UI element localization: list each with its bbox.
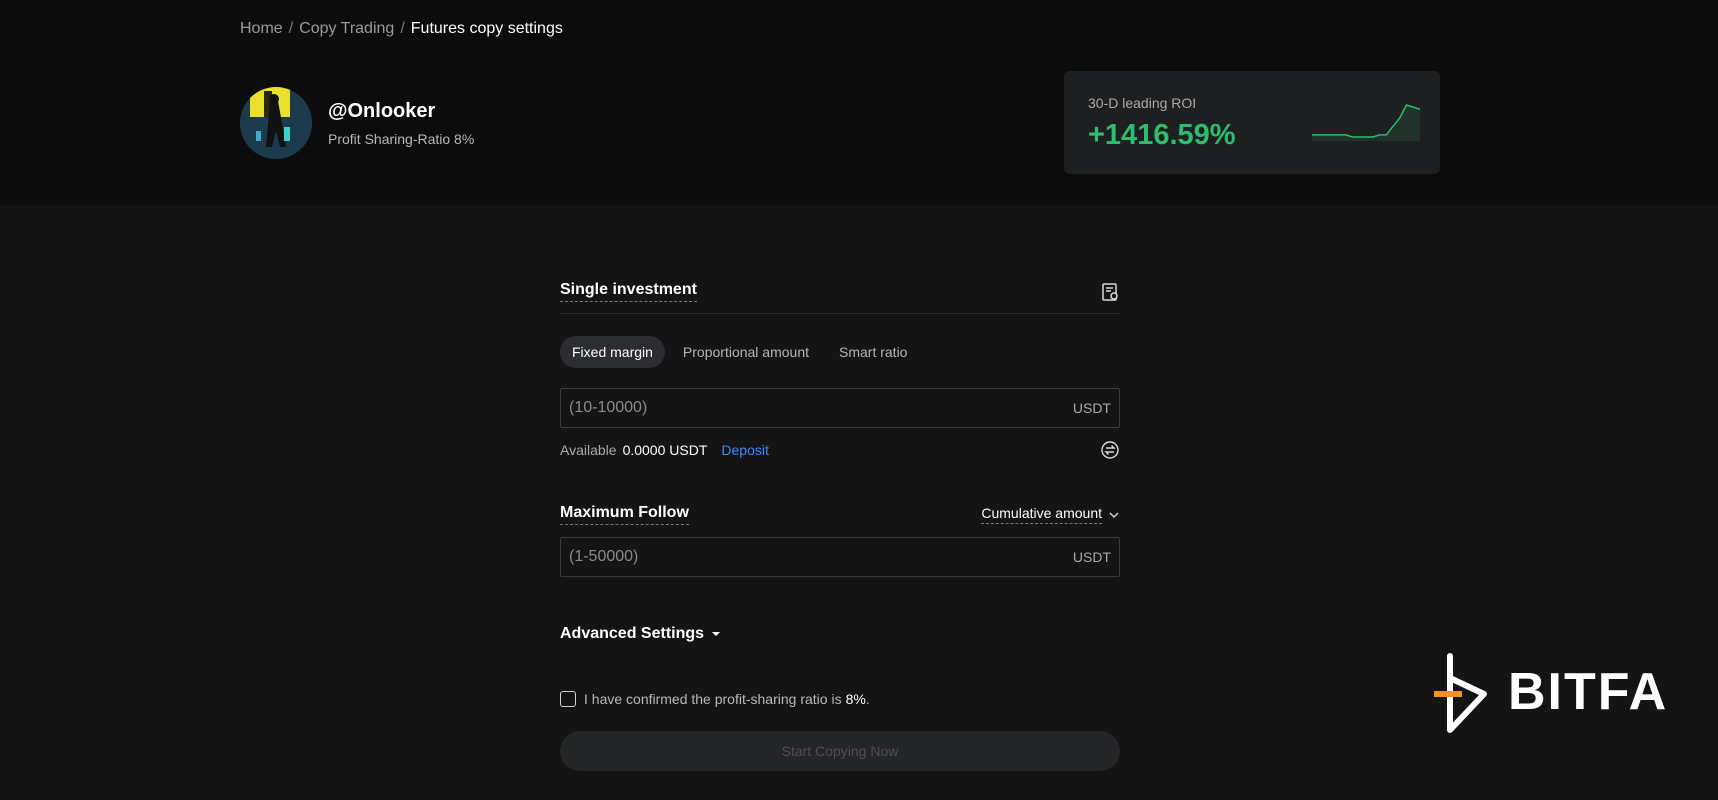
breadcrumb: Home / Copy Trading / Futures copy setti… bbox=[240, 20, 563, 38]
advanced-settings-label: Advanced Settings bbox=[560, 625, 705, 642]
confirm-suffix: . bbox=[865, 691, 870, 707]
roi-label: 30-D leading ROI bbox=[1088, 95, 1197, 111]
copy-settings-form: Single investment Fixed margin Proportio… bbox=[560, 270, 1120, 771]
maximum-follow-unit: USDT bbox=[1072, 549, 1111, 565]
maximum-follow-input[interactable] bbox=[569, 548, 1009, 566]
start-copying-button[interactable]: Start Copying Now bbox=[560, 731, 1120, 771]
single-investment-title[interactable]: Single investment bbox=[560, 281, 697, 302]
caret-down-icon bbox=[712, 632, 721, 636]
trader-profile: @Onlooker Profit Sharing-Ratio 8% bbox=[240, 87, 474, 159]
single-investment-unit: USDT bbox=[1072, 400, 1111, 416]
breadcrumb-copy-trading[interactable]: Copy Trading bbox=[299, 20, 394, 38]
available-balance-row: Available 0.0000 USDT Deposit bbox=[560, 440, 1120, 460]
tab-proportional-amount[interactable]: Proportional amount bbox=[671, 336, 821, 368]
advanced-settings-toggle[interactable]: Advanced Settings bbox=[560, 625, 1120, 643]
investment-mode-tabs: Fixed margin Proportional amount Smart r… bbox=[560, 336, 1120, 368]
bitfa-logo-text: BITFA bbox=[1508, 663, 1669, 721]
breadcrumb-separator: / bbox=[400, 20, 405, 37]
cumulative-amount-select[interactable]: Cumulative amount bbox=[981, 505, 1120, 524]
transfer-icon[interactable] bbox=[1100, 440, 1120, 460]
confirm-percent: 8% bbox=[845, 691, 866, 707]
single-investment-header: Single investment bbox=[560, 270, 1120, 314]
deposit-link[interactable]: Deposit bbox=[721, 442, 768, 458]
confirm-checkbox[interactable] bbox=[560, 691, 576, 707]
chevron-down-icon bbox=[1109, 512, 1119, 518]
available-value: 0.0000 USDT bbox=[622, 442, 708, 458]
bitfa-logo-icon bbox=[1434, 653, 1487, 733]
tab-fixed-margin[interactable]: Fixed margin bbox=[560, 336, 665, 368]
roi-card: 30-D leading ROI +1416.59% bbox=[1064, 71, 1440, 174]
maximum-follow-header: Maximum Follow Cumulative amount bbox=[560, 504, 1120, 525]
maximum-follow-field: USDT bbox=[560, 537, 1120, 577]
available-label: Available bbox=[560, 442, 617, 458]
breadcrumb-current: Futures copy settings bbox=[410, 20, 563, 37]
trader-username[interactable]: @Onlooker bbox=[328, 100, 474, 123]
document-icon[interactable] bbox=[1100, 282, 1120, 302]
roi-value: +1416.59% bbox=[1088, 119, 1236, 151]
maximum-follow-title[interactable]: Maximum Follow bbox=[560, 504, 689, 525]
avatar[interactable] bbox=[240, 87, 312, 159]
roi-sparkline bbox=[1312, 104, 1420, 141]
confirm-row: I have confirmed the profit-sharing rati… bbox=[560, 691, 1120, 707]
tab-smart-ratio[interactable]: Smart ratio bbox=[827, 336, 919, 368]
profit-sharing-ratio: Profit Sharing-Ratio 8% bbox=[328, 130, 475, 147]
cumulative-amount-label: Cumulative amount bbox=[981, 505, 1102, 524]
single-investment-field: USDT bbox=[560, 388, 1120, 428]
breadcrumb-separator: / bbox=[288, 20, 294, 37]
single-investment-input[interactable] bbox=[569, 399, 1009, 417]
bitfa-watermark: BITFA bbox=[1432, 648, 1672, 738]
breadcrumb-home[interactable]: Home bbox=[240, 20, 283, 38]
confirm-text: I have confirmed the profit-sharing rati… bbox=[584, 691, 842, 707]
